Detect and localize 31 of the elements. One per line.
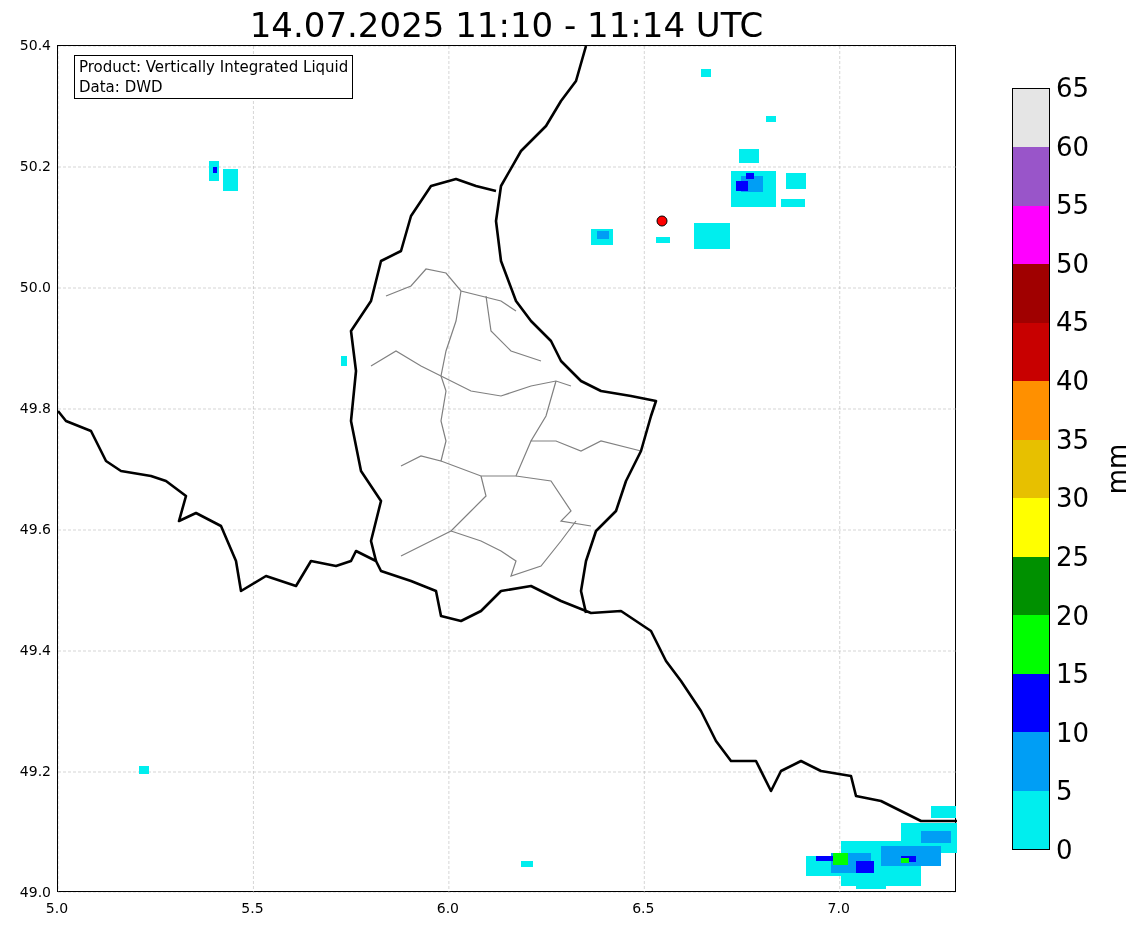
colorbar-tick-label: 25 [1056, 541, 1090, 572]
x-tick-label: 5.0 [45, 900, 69, 916]
colorbar-tick-label: 65 [1056, 73, 1090, 103]
colorbar-tick-label: 0 [1056, 835, 1073, 865]
y-tick-label: 50.4 [19, 37, 51, 53]
colorbar-tick-label: 15 [1056, 659, 1090, 690]
colorbar-label: mm [1102, 443, 1132, 495]
x-tick-label: 5.5 [241, 900, 264, 916]
y-tick-label: 49.8 [19, 400, 51, 416]
colorbar-tick-label: 45 [1056, 307, 1090, 338]
colorbar-tick-label: 55 [1056, 190, 1090, 221]
x-tick-label: 6.5 [632, 900, 655, 916]
x-tick-label: 6.0 [436, 900, 459, 916]
colorbar-tick-label: 5 [1056, 776, 1073, 807]
y-tick-label: 49.0 [19, 884, 51, 900]
colorbar-tick-label: 35 [1056, 424, 1090, 455]
plot-title: 14.07.2025 11:10 - 11:14 UTC [249, 5, 764, 45]
y-tick-label: 50.0 [19, 279, 51, 295]
info-text: Product: Vertically Integrated Liquid [79, 57, 349, 77]
colorbar-tick-label: 40 [1056, 366, 1090, 397]
y-tick-label: 49.6 [19, 521, 51, 537]
colorbar-tick-label: 60 [1056, 131, 1090, 162]
colorbar-tick-label: 10 [1056, 717, 1090, 748]
y-tick-label: 49.4 [19, 642, 51, 658]
colorbar-tick-label: 20 [1056, 600, 1090, 631]
colorbar-tick-label: 50 [1056, 248, 1090, 279]
colorbar-tick-label: 30 [1056, 483, 1090, 514]
y-tick-label: 49.2 [19, 763, 51, 779]
info-text: Data: DWD [79, 77, 164, 97]
y-tick-label: 50.2 [19, 158, 51, 174]
x-tick-label: 7.0 [827, 900, 850, 916]
